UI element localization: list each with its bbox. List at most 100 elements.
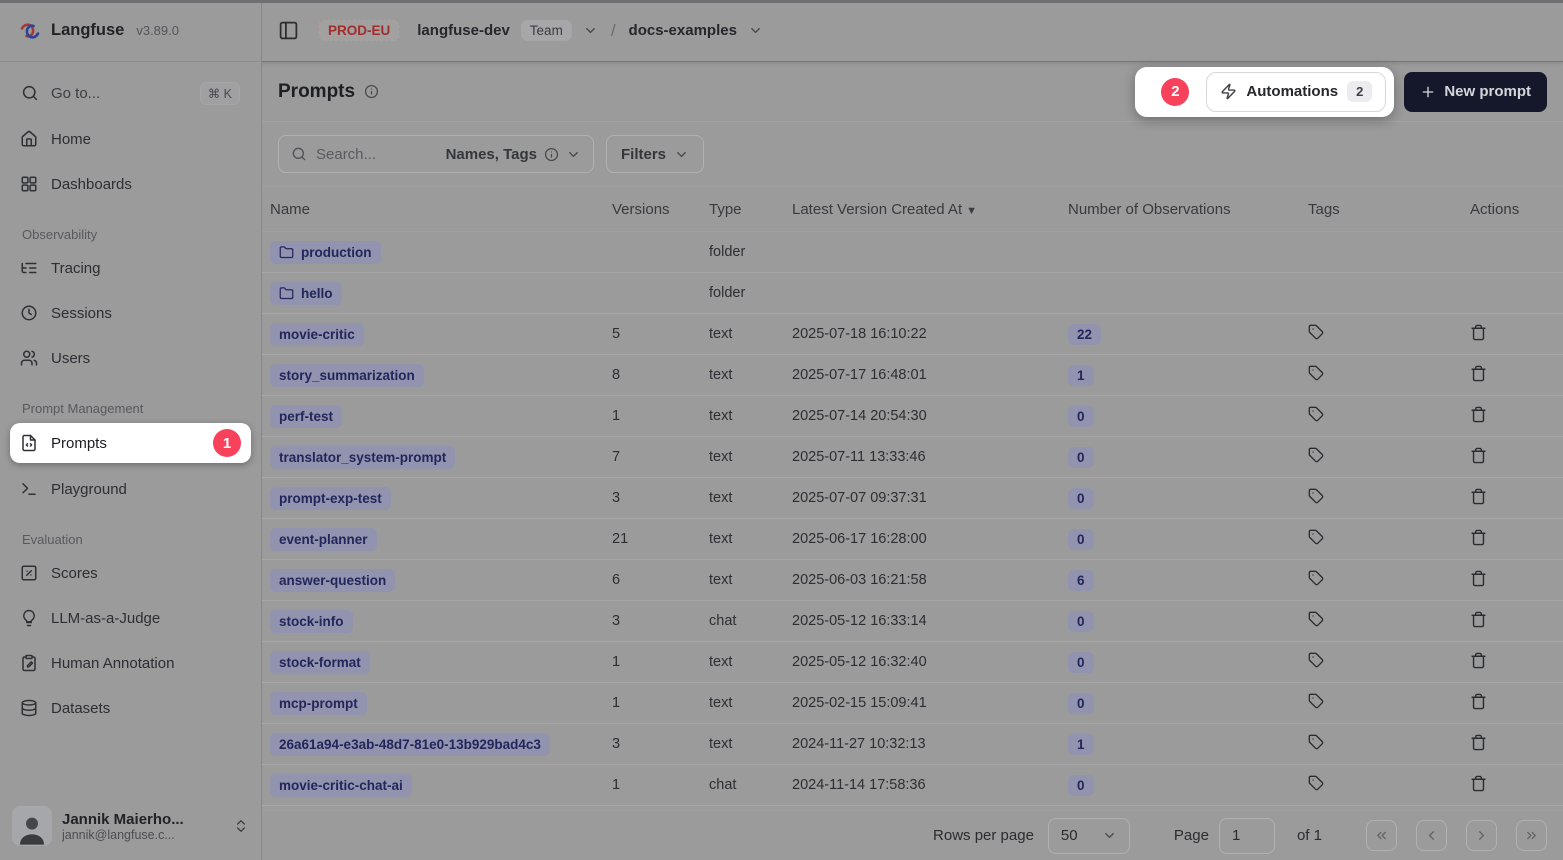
search-input[interactable] [316,146,437,163]
prompt-name-badge[interactable]: movie-critic [270,323,364,346]
prompt-name-label: hello [301,286,333,301]
folder-badge[interactable]: hello [270,282,342,305]
tag-icon[interactable] [1308,324,1324,340]
delete-button[interactable] [1470,734,1487,751]
sidebar-toggle-icon[interactable] [278,20,299,41]
sidebar-item-tracing[interactable]: Tracing [10,249,251,287]
table-row[interactable]: perf-test1text2025-07-14 20:54:300 [262,396,1563,437]
prompt-name-badge[interactable]: stock-format [270,651,370,674]
prompt-name-badge[interactable]: prompt-exp-test [270,487,391,510]
table-header: Name Versions Type Latest Version Create… [262,186,1563,232]
delete-button[interactable] [1470,447,1487,464]
goto-search-trigger[interactable]: Go to... ⌘ K [12,75,249,111]
actions-cell [1462,734,1563,755]
sidebar-item-dashboards[interactable]: Dashboards [10,165,251,203]
search-box[interactable]: Names, Tags [278,135,594,173]
pagination-nav [1366,820,1547,851]
observations-cell: 1 [1060,734,1300,755]
delete-button[interactable] [1470,365,1487,382]
tag-icon[interactable] [1308,365,1324,381]
project-chevron-down-icon[interactable] [748,23,763,38]
prompt-name-badge[interactable]: perf-test [270,405,342,428]
sidebar: Langfuse v3.89.0 Go to... ⌘ K Home Dashbo… [0,0,262,860]
tags-cell [1300,365,1462,385]
table-row[interactable]: 26a61a94-e3ab-48d7-81e0-13b929bad4c33tex… [262,724,1563,765]
prompt-name-badge[interactable]: movie-critic-chat-ai [270,774,412,797]
delete-button[interactable] [1470,406,1487,423]
delete-button[interactable] [1470,652,1487,669]
sidebar-item-home[interactable]: Home [10,120,251,158]
delete-button[interactable] [1470,693,1487,710]
delete-button[interactable] [1470,529,1487,546]
search-scope-dropdown[interactable]: Names, Tags [446,146,581,163]
prompt-name-label: stock-info [279,614,344,629]
delete-button[interactable] [1470,488,1487,505]
table-row[interactable]: answer-question6text2025-06-03 16:21:586 [262,560,1563,601]
new-prompt-button[interactable]: New prompt [1404,72,1547,112]
tag-icon[interactable] [1308,611,1324,627]
next-page-button[interactable] [1466,820,1497,851]
sidebar-item-sessions[interactable]: Sessions [10,294,251,332]
table-row[interactable]: stock-info3chat2025-05-12 16:33:140 [262,601,1563,642]
table-row[interactable]: stock-format1text2025-05-12 16:32:400 [262,642,1563,683]
tag-icon[interactable] [1308,529,1324,545]
column-header-latest-version[interactable]: Latest Version Created At▼ [784,201,1060,218]
prompt-name-badge[interactable]: stock-info [270,610,353,633]
logo-row: Langfuse v3.89.0 [0,0,261,62]
prompt-name-badge[interactable]: translator_system-prompt [270,446,455,469]
sidebar-item-datasets[interactable]: Datasets [10,689,251,727]
last-page-button[interactable] [1516,820,1547,851]
table-row[interactable]: mcp-prompt1text2025-02-15 15:09:410 [262,683,1563,724]
prompt-name-badge[interactable]: story_summarization [270,364,424,387]
sidebar-item-scores[interactable]: Scores [10,554,251,592]
layout-grid-icon [20,175,38,193]
tag-icon[interactable] [1308,734,1324,750]
sidebar-item-human-annotation[interactable]: Human Annotation [10,644,251,682]
table-row[interactable]: story_summarization8text2025-07-17 16:48… [262,355,1563,396]
org-chevron-down-icon[interactable] [583,23,598,38]
user-menu[interactable]: Jannik Maierho... jannik@langfuse.c... [0,796,261,860]
tag-icon[interactable] [1308,775,1324,791]
delete-button[interactable] [1470,775,1487,792]
folder-badge[interactable]: production [270,241,381,264]
sidebar-item-prompts[interactable]: Prompts1 [10,423,251,463]
table-row[interactable]: event-planner21text2025-06-17 16:28:000 [262,519,1563,560]
prompt-name-badge[interactable]: answer-question [270,569,395,592]
delete-button[interactable] [1470,611,1487,628]
type-cell: text [701,654,784,670]
table-row[interactable]: hellofolder [262,273,1563,314]
table-row[interactable]: movie-critic5text2025-07-18 16:10:2222 [262,314,1563,355]
table-row[interactable]: movie-critic-chat-ai1chat2024-11-14 17:5… [262,765,1563,806]
delete-button[interactable] [1470,570,1487,587]
previous-page-button[interactable] [1416,820,1447,851]
sidebar-item-users[interactable]: Users [10,339,251,377]
automations-button[interactable]: Automations 2 [1206,72,1386,112]
sidebar-item-label: Home [51,131,91,148]
table-row[interactable]: translator_system-prompt7text2025-07-11 … [262,437,1563,478]
prompt-name-badge[interactable]: 26a61a94-e3ab-48d7-81e0-13b929bad4c3 [270,733,550,756]
observations-cell: 6 [1060,570,1300,591]
tag-icon[interactable] [1308,570,1324,586]
delete-button[interactable] [1470,324,1487,341]
latest-version-cell: 2025-05-12 16:33:14 [784,613,1060,629]
tag-icon[interactable] [1308,652,1324,668]
table-row[interactable]: prompt-exp-test3text2025-07-07 09:37:310 [262,478,1563,519]
rows-per-page-select[interactable]: 50 [1048,818,1130,854]
table-row[interactable]: productionfolder [262,232,1563,273]
tag-icon[interactable] [1308,488,1324,504]
first-page-button[interactable] [1366,820,1397,851]
tags-cell [1300,324,1462,344]
project-name[interactable]: docs-examples [629,22,737,39]
tag-icon[interactable] [1308,406,1324,422]
filters-button[interactable]: Filters [606,135,704,173]
tags-cell [1300,447,1462,467]
tag-icon[interactable] [1308,693,1324,709]
prompt-name-badge[interactable]: event-planner [270,528,377,551]
sidebar-item-llm-as-a-judge[interactable]: LLM-as-a-Judge [10,599,251,637]
org-name[interactable]: langfuse-dev [417,22,510,39]
sidebar-item-label: Human Annotation [51,655,174,672]
page-number-input[interactable] [1219,818,1275,854]
tag-icon[interactable] [1308,447,1324,463]
sidebar-item-playground[interactable]: Playground [10,470,251,508]
prompt-name-badge[interactable]: mcp-prompt [270,692,367,715]
